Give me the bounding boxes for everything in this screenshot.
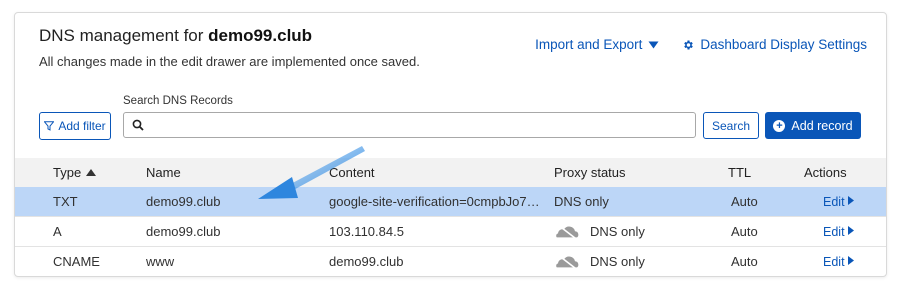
record-ttl: Auto [731, 194, 758, 209]
dns-records-table: Type Name Content Proxy status TTL Actio… [15, 158, 886, 276]
page-title-prefix: DNS management for [39, 26, 209, 45]
record-type: A [53, 224, 62, 239]
import-export-link[interactable]: Import and Export [535, 37, 659, 52]
table-row[interactable]: TXT demo99.club google-site-verification… [15, 187, 886, 217]
search-label: Search DNS Records [123, 95, 233, 107]
edit-button[interactable]: Edit [823, 187, 854, 216]
table-row[interactable]: CNAME www demo99.club DNS only Auto Edit [15, 247, 886, 276]
edit-button[interactable]: Edit [823, 247, 854, 276]
add-record-button[interactable]: + Add record [765, 112, 861, 139]
top-links: Import and Export Dashboard Display Sett… [535, 37, 867, 52]
edit-label: Edit [823, 254, 845, 269]
search-box [123, 112, 696, 138]
column-header-type[interactable]: Type [53, 158, 97, 187]
dashboard-settings-link[interactable]: Dashboard Display Settings [682, 37, 867, 52]
domain-name: demo99.club [208, 26, 313, 45]
edit-label: Edit [823, 194, 845, 209]
column-header-name[interactable]: Name [146, 158, 181, 187]
dns-management-card: DNS management for demo99.club All chang… [14, 12, 887, 277]
record-name: demo99.club [146, 224, 221, 239]
funnel-icon [44, 121, 55, 131]
record-content: demo99.club [329, 247, 549, 276]
plus-circle-icon: + [773, 119, 786, 132]
column-header-type-label: Type [53, 165, 82, 180]
sort-up-icon [86, 168, 97, 178]
record-proxy-status: DNS only [554, 217, 645, 246]
record-proxy-label: DNS only [590, 254, 645, 269]
record-ttl: Auto [731, 224, 758, 239]
cloud-icon [554, 255, 580, 269]
record-content-text: google-site-verification=0cmpbJo7Up… [329, 194, 549, 209]
caret-right-icon [847, 196, 854, 207]
column-header-actions: Actions [804, 165, 847, 180]
record-content-text: 103.110.84.5 [329, 224, 404, 239]
dashboard-settings-label: Dashboard Display Settings [700, 37, 867, 52]
edit-button[interactable]: Edit [823, 217, 854, 246]
record-name: www [146, 254, 175, 269]
magnifier-icon [124, 119, 144, 131]
edit-label: Edit [823, 224, 845, 239]
record-content: google-site-verification=0cmpbJo7Up… [329, 187, 549, 216]
record-name: demo99.club [146, 194, 221, 209]
column-header-ttl[interactable]: TTL [728, 158, 751, 187]
add-filter-button[interactable]: Add filter [39, 112, 111, 140]
page-subtitle: All changes made in the edit drawer are … [39, 54, 420, 69]
caret-down-icon [648, 41, 659, 49]
gear-icon [682, 39, 694, 51]
caret-right-icon [847, 226, 854, 237]
record-content: 103.110.84.5 [329, 217, 549, 246]
search-input[interactable] [144, 114, 695, 136]
table-row[interactable]: A demo99.club 103.110.84.5 DNS only Auto… [15, 217, 886, 247]
column-header-proxy[interactable]: Proxy status [554, 158, 626, 187]
record-proxy-status: DNS only [554, 194, 609, 209]
record-type: TXT [53, 194, 78, 209]
record-ttl: Auto [731, 254, 758, 269]
record-type: CNAME [53, 254, 100, 269]
add-filter-label: Add filter [58, 119, 106, 133]
import-export-label: Import and Export [535, 37, 643, 52]
column-header-content[interactable]: Content [329, 158, 549, 187]
record-proxy-label: DNS only [590, 224, 645, 239]
caret-right-icon [847, 256, 854, 267]
record-proxy-status: DNS only [554, 247, 645, 276]
search-button[interactable]: Search [703, 112, 759, 139]
table-header: Type Name Content Proxy status TTL Actio… [15, 158, 886, 187]
cloud-icon [554, 225, 580, 239]
record-content-text: demo99.club [329, 254, 404, 269]
page-title: DNS management for demo99.club [39, 26, 312, 46]
add-record-label: Add record [791, 118, 853, 133]
